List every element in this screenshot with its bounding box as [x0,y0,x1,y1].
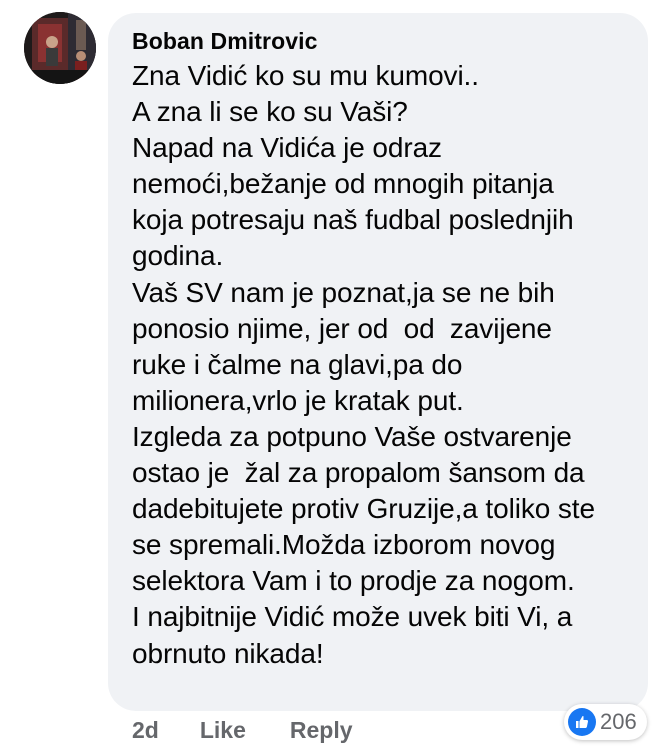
thumbs-up-icon [568,708,596,736]
reaction-summary[interactable]: 206 [564,704,647,740]
comment-line: milionera,vrlo je kratak put. [132,384,464,416]
comment-line: Izgleda za potpuno Vaše ostvarenje [132,420,572,452]
comment-line: se spremali.Možda izborom novog [132,529,556,561]
comment-line: selektora Vam i to prodje za nogom. [132,565,575,597]
reaction-count: 206 [600,709,637,734]
comment-line: Vaš SV nam je poznat,ja se ne bih [132,276,555,308]
like-button[interactable]: Like [200,717,246,744]
comment-actions: 2d Like Reply [132,712,353,748]
comment-line: godina. [132,240,224,272]
comment-line: I najbitnije Vidić može uvek biti Vi, a [132,601,573,633]
comment-line: ruke i čalme na glavi,pa do [132,348,463,380]
comment-line: obrnuto nikada! [132,637,324,669]
comment-line: nemoći,bežanje od mnogih pitanja [132,168,554,200]
comment-line: dadebitujete protiv Gruzije,a toliko ste [132,493,595,525]
avatar[interactable] [24,12,96,84]
comment-line: Napad na Vidića je odraz [132,132,442,164]
comment-line: Zna Vidić ko su mu kumovi.. [132,60,479,91]
reply-button[interactable]: Reply [290,717,353,744]
comment-timestamp[interactable]: 2d [132,717,159,744]
comment-line: A zna li se ko su Vaši? [132,96,408,128]
comment-line: koja potresaju naš fudbal poslednjih [132,204,574,236]
comment-line: ponosio njime, jer od od zavijene [132,312,552,344]
comment-text: Zna Vidić ko su mu kumovi.. A zna li se k… [132,58,632,672]
comment-line: ostao je žal za propalom šansom da [132,457,585,489]
comment-author[interactable]: Boban Dmitrovic [132,28,318,55]
avatar-photo [24,12,96,84]
